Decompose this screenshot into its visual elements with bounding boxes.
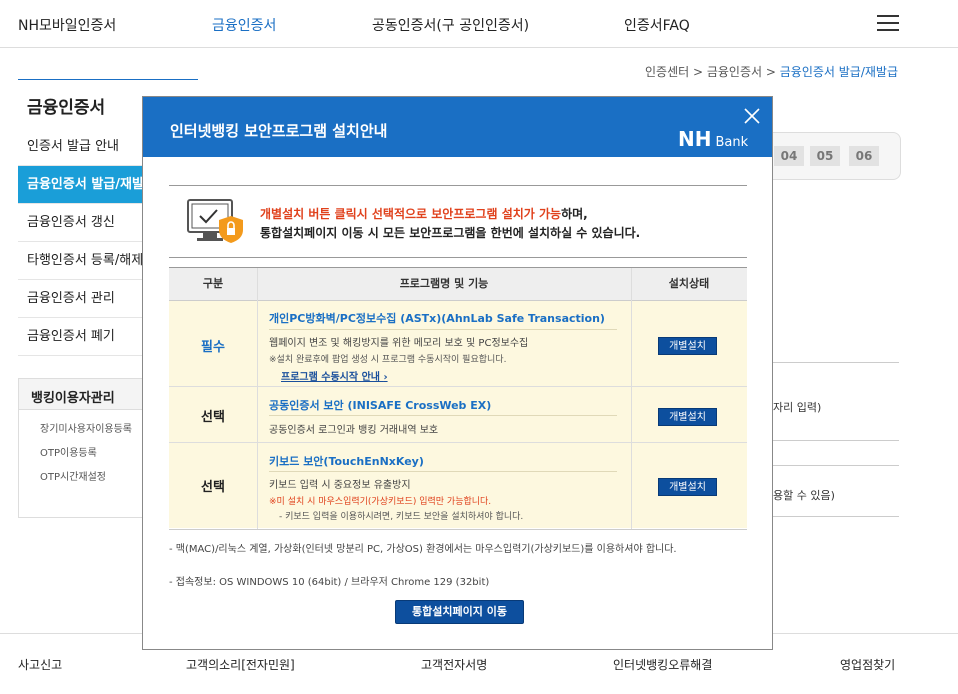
alert-rest: 하며, [561,207,588,221]
step-05: 05 [810,146,840,166]
logo-bank: Bank [715,135,749,150]
program-description: 웹페이지 변조 및 해킹방지를 위한 메모리 보호 및 PC정보수집 [269,338,529,349]
program-name: 키보드 보안(TouchEnNxKey) [269,455,424,468]
program-description: 키보드 입력 시 중요정보 유출방지 [269,480,411,491]
step-indicator: 04 05 06 [763,132,901,180]
program-divider [269,471,617,472]
sidebar-divider [18,79,198,80]
background-text: 자리 입력) [773,401,822,414]
program-note: ※설치 완료후에 팝업 생성 시 프로그램 수동시작이 필요합니다. [269,355,507,365]
background-text: 용할 수 있음) [773,489,835,502]
content-divider [773,362,899,363]
alert-line-1: 개별설치 버튼 클릭시 선택적으로 보안프로그램 설치가 가능하며, [260,205,588,222]
table-header-status: 설치상태 [631,268,747,301]
row-category: 선택 [201,410,225,425]
alert-highlight: 개별설치 버튼 클릭시 선택적으로 보안프로그램 설치가 가능 [260,207,562,221]
breadcrumb-item[interactable]: 금융인증서 [707,65,762,79]
program-divider [269,415,617,416]
table-row: 선택 키보드 보안(TouchEnNxKey) 키보드 입력 시 중요정보 유출… [169,443,747,528]
breadcrumb-current: 금융인증서 발급/재발급 [779,65,898,79]
footer-link-error-fix[interactable]: 인터넷뱅킹오류해결 [613,656,712,673]
integrated-install-button[interactable]: 통합설치페이지 이동 [395,600,524,624]
program-divider [269,329,617,330]
footer-link-customer-voice[interactable]: 고객의소리[전자민원] [186,656,295,673]
logo-nh: NH [678,127,712,151]
footer-link-incident[interactable]: 사고신고 [18,656,62,673]
program-description: 공동인증서 로그인과 뱅킹 거래내역 보호 [269,425,439,436]
alert-line-2: 통합설치페이지 이동 시 모든 보안프로그램을 한번에 설치하실 수 있습니다. [260,226,641,240]
content-divider [773,516,899,517]
chevron-right-icon: › [383,372,388,383]
install-button-touchen[interactable]: 개별설치 [658,478,717,496]
table-column-divider [631,268,632,529]
modal-divider [169,257,747,258]
top-navigation: NH모바일인증서 금융인증서 공동인증서(구 공인인증서) 인증서FAQ [0,0,958,48]
hamburger-menu-icon[interactable] [877,15,899,31]
step-04: 04 [774,146,804,166]
modal-title: 인터넷뱅킹 보안프로그램 설치안내 [170,122,388,140]
environment-note: - 맥(MAC)/리눅스 계열, 가상화(인터넷 망분리 PC, 가상OS) 환… [169,544,677,555]
row-category: 선택 [201,480,225,495]
monitor-shield-icon [187,199,243,243]
modal-divider [169,185,747,186]
sidebar-title: 금융인증서 [27,98,106,118]
nh-bank-logo: NH Bank [678,127,748,151]
footer-link-branch-finder[interactable]: 영업점찾기 [840,656,895,673]
modal-header: 인터넷뱅킹 보안프로그램 설치안내 NH Bank [143,97,772,157]
install-button-crossweb[interactable]: 개별설치 [658,408,717,426]
table-row: 필수 개인PC방화벽/PC정보수집 (ASTx)(AhnLab Safe Tra… [169,301,747,387]
nav-cert-faq[interactable]: 인증서FAQ [624,15,690,35]
table-header-program: 프로그램명 및 기능 [257,268,631,301]
nav-financial-cert[interactable]: 금융인증서 [212,15,276,35]
connection-info: - 접속정보: OS WINDOWS 10 (64bit) / 브라우저 Chr… [169,577,490,588]
table-header-category: 구분 [169,268,257,301]
program-name: 개인PC방화벽/PC정보수집 (ASTx)(AhnLab Safe Transa… [269,312,605,325]
step-06: 06 [849,146,879,166]
nav-nh-mobile-cert[interactable]: NH모바일인증서 [18,15,116,35]
row-category: 필수 [201,340,225,355]
program-warning: ※미 설치 시 마우스입력기(가상키보드) 입력만 가능합니다. [269,497,492,507]
nav-joint-cert[interactable]: 공동인증서(구 공인인증서) [372,15,529,35]
close-icon[interactable] [743,107,761,125]
table-column-divider [257,268,258,529]
security-program-table: 구분 프로그램명 및 기능 설치상태 필수 개인PC방화벽/PC정보수집 (AS… [169,267,747,530]
install-button-astx[interactable]: 개별설치 [658,337,717,355]
table-row: 선택 공동인증서 보안 (INISAFE CrossWeb EX) 공동인증서 … [169,387,747,443]
program-name: 공동인증서 보안 (INISAFE CrossWeb EX) [269,399,492,412]
manual-start-guide-link[interactable]: 프로그램 수동시작 안내 › [281,368,388,383]
content-divider [773,465,899,466]
program-note: - 키보드 입력을 이용하시려면, 키보드 보안을 설치하셔야 합니다. [279,512,524,522]
manual-start-guide-label: 프로그램 수동시작 안내 [281,372,380,383]
breadcrumb-item[interactable]: 인증센터 [645,65,689,79]
footer-link-e-signature[interactable]: 고객전자서명 [421,656,487,673]
security-install-modal: 인터넷뱅킹 보안프로그램 설치안내 NH Bank 개별설치 버튼 클릭시 선택적… [142,96,773,650]
content-divider [773,440,899,441]
breadcrumb: 인증센터 > 금융인증서 > 금융인증서 발급/재발급 [644,65,898,79]
